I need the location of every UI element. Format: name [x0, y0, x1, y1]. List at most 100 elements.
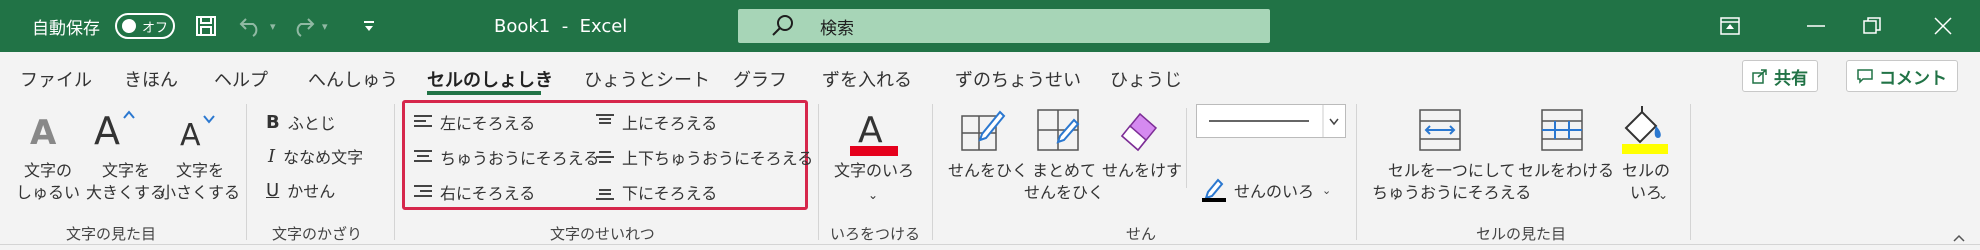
group-label-color: いろをつける — [830, 225, 921, 243]
group-separator — [246, 104, 247, 240]
collapse-ribbon-icon[interactable] — [1952, 228, 1966, 247]
draw-border-grid-label: まとめて せんをひく — [1024, 161, 1105, 202]
draw-border-button[interactable]: せんをひく — [948, 160, 1028, 182]
align-bottom-icon — [596, 189, 614, 200]
tab-cell-format[interactable]: セルのしょしき — [427, 66, 553, 92]
shrink-font-label: 文字を 小さくする — [160, 161, 241, 202]
align-top-button[interactable]: 上にそろえる — [596, 110, 717, 134]
line-color-button[interactable]: せんのいろ ⌄ — [1202, 178, 1331, 202]
merge-center-icon — [1418, 108, 1464, 156]
svg-text:A: A — [858, 110, 883, 151]
shrink-font-icon: A — [178, 112, 228, 153]
erase-border-button[interactable]: せんをけす — [1102, 160, 1182, 182]
group-label-cell-appearance: セルの見た目 — [1476, 225, 1567, 243]
close-icon[interactable] — [1913, 0, 1973, 52]
font-color-dropdown-icon[interactable]: ⌄ — [868, 184, 878, 206]
toggle-knob — [122, 19, 136, 33]
italic-label: ななめ文字 — [283, 148, 364, 167]
group-separator — [1690, 104, 1691, 240]
pen-color-icon — [1202, 178, 1226, 202]
bold-icon: B — [266, 111, 280, 133]
tab-edit[interactable]: へんしゅう — [308, 66, 398, 92]
erase-border-label: せんをけす — [1102, 161, 1183, 180]
fill-color-icon — [1620, 104, 1670, 160]
group-separator — [394, 104, 395, 240]
align-middle-button[interactable]: 上下ちゅうおうにそろえる — [596, 145, 813, 169]
split-cells-label: セルをわける — [1518, 161, 1615, 180]
align-top-label: 上にそろえる — [622, 114, 718, 133]
undo-dropdown-icon[interactable]: ▾ — [270, 0, 276, 52]
tab-insert-figure[interactable]: ずを入れる — [822, 66, 912, 92]
undo-icon[interactable] — [238, 0, 264, 52]
comment-icon — [1857, 69, 1873, 84]
split-cells-button[interactable]: セルをわける — [1518, 160, 1614, 182]
font-type-label: 文字の しゅるい — [16, 161, 81, 202]
draw-border-grid-icon — [1036, 108, 1082, 156]
bold-label: ふとじ — [287, 114, 336, 133]
search-icon — [768, 11, 798, 41]
grow-font-label: 文字を 大きくする — [86, 161, 167, 202]
search-box[interactable]: 検索 — [738, 9, 1270, 43]
group-separator — [1186, 108, 1187, 188]
font-color-button[interactable]: 文字のいろ — [834, 160, 914, 182]
align-left-label: 左にそろえる — [440, 114, 536, 133]
draw-border-icon — [960, 108, 1006, 156]
share-button[interactable]: 共有 — [1742, 60, 1818, 92]
tab-help[interactable]: ヘルプ — [214, 66, 268, 92]
font-type-button[interactable]: 文字の しゅるい — [16, 160, 80, 204]
group-label-text-appearance: 文字の見た目 — [66, 225, 157, 243]
align-center-icon — [414, 150, 432, 162]
comment-label: コメント — [1879, 68, 1947, 89]
shrink-font-button[interactable]: 文字を 小さくする — [160, 160, 240, 204]
draw-border-grid-button[interactable]: まとめて せんをひく — [1024, 160, 1104, 204]
autosave-toggle[interactable]: オフ — [115, 13, 175, 39]
ribbon-tabs: ファイル きほん ヘルプ へんしゅう セルのしょしき ひょうとシート グラフ ず… — [0, 52, 1980, 97]
title-bar: 自動保存 オフ ▾ ▾ Book1 - Excel 検索 — [0, 0, 1980, 52]
comment-button[interactable]: コメント — [1846, 60, 1958, 92]
group-label-border: せん — [1126, 225, 1157, 243]
document-title: Book1 - Excel — [494, 15, 628, 37]
align-right-button[interactable]: 右にそろえる — [414, 180, 535, 204]
group-separator — [1356, 104, 1357, 240]
split-cells-icon — [1540, 108, 1586, 156]
autosave-label: 自動保存 — [32, 18, 100, 39]
svg-text:A: A — [180, 118, 201, 148]
line-style-select[interactable] — [1196, 104, 1346, 138]
align-bottom-label: 下にそろえる — [622, 184, 718, 203]
underline-button[interactable]: U かせん — [266, 178, 335, 202]
tab-table-sheet[interactable]: ひょうとシート — [584, 66, 710, 92]
italic-button[interactable]: I ななめ文字 — [268, 144, 363, 168]
align-center-button[interactable]: ちゅうおうにそろえる — [414, 145, 599, 169]
line-color-dropdown-icon: ⌄ — [1322, 183, 1332, 197]
font-color-icon: A — [848, 106, 900, 162]
minimize-icon[interactable] — [1786, 0, 1846, 52]
group-label-alignment: 文字のせいれつ — [550, 225, 655, 243]
align-left-icon — [414, 115, 432, 127]
svg-text:A: A — [30, 113, 57, 148]
tab-view[interactable]: ひょうじ — [1110, 66, 1182, 92]
search-placeholder: 検索 — [820, 18, 854, 39]
align-center-label: ちゅうおうにそろえる — [440, 149, 600, 168]
tab-figure-adjust[interactable]: ずのちょうせい — [955, 66, 1081, 92]
redo-icon[interactable] — [290, 0, 316, 52]
draw-border-label: せんをひく — [948, 161, 1029, 180]
save-icon[interactable] — [194, 0, 218, 52]
merge-center-button[interactable]: セルを一つにして ちゅうおうにそろえる — [1372, 160, 1531, 204]
tab-chart[interactable]: グラフ — [733, 66, 787, 92]
restore-icon[interactable] — [1842, 0, 1902, 52]
ribbon-display-options-icon[interactable] — [1700, 0, 1760, 52]
customize-qat-icon[interactable] — [362, 0, 376, 52]
line-style-preview — [1209, 105, 1339, 137]
active-tab-indicator — [427, 91, 541, 95]
bold-button[interactable]: B ふとじ — [266, 110, 336, 134]
grow-font-button[interactable]: 文字を 大きくする — [86, 160, 166, 204]
tab-file[interactable]: ファイル — [20, 66, 92, 92]
group-separator — [818, 104, 819, 240]
align-bottom-button[interactable]: 下にそろえる — [596, 180, 717, 204]
align-middle-icon — [596, 151, 614, 163]
fill-color-dropdown-icon[interactable]: ⌄ — [1658, 184, 1668, 206]
align-left-button[interactable]: 左にそろえる — [414, 110, 535, 134]
font-type-icon: A — [28, 112, 60, 153]
tab-home[interactable]: きほん — [124, 66, 178, 92]
redo-dropdown-icon[interactable]: ▾ — [322, 0, 328, 52]
